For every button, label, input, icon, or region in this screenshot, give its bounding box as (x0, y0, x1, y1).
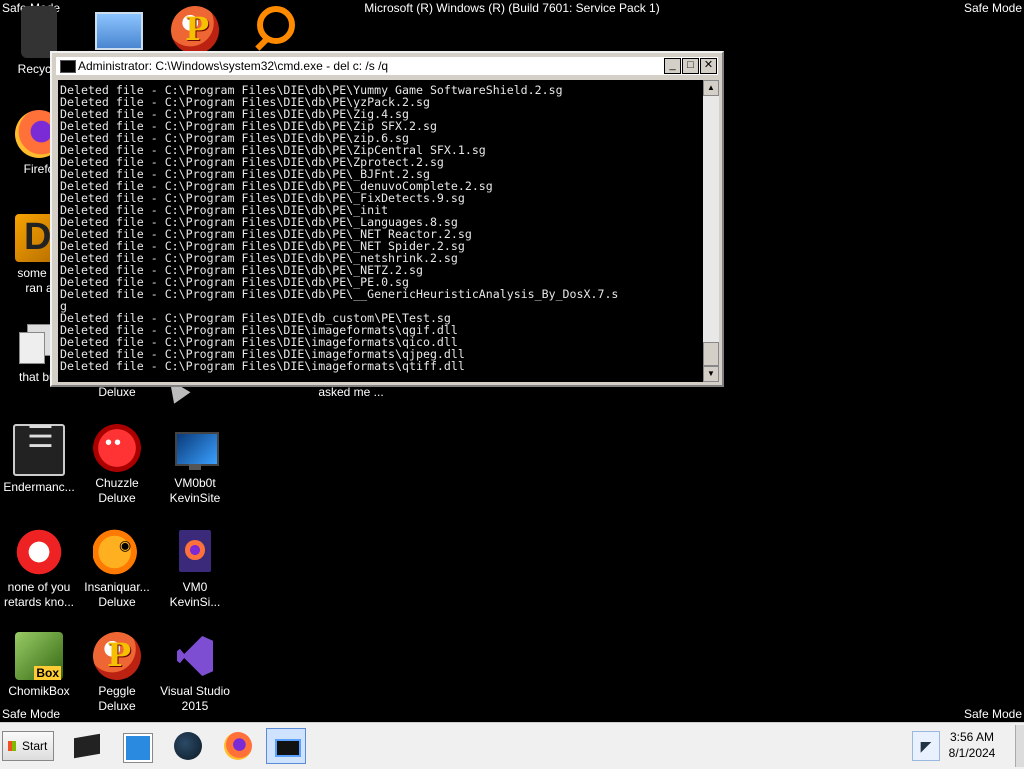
clock-date: 8/1/2024 (948, 746, 996, 760)
cmd-window[interactable]: Administrator: C:\Windows\system32\cmd.e… (50, 51, 724, 387)
show-desktop-button[interactable] (1015, 725, 1024, 767)
maximize-button[interactable]: □ (682, 58, 699, 74)
taskbar-firefox-button[interactable] (218, 728, 258, 764)
desktop-icon-redbird[interactable]: none of you retards kno... (2, 528, 76, 610)
desktop-icon-label: Deluxe (98, 385, 136, 399)
window-title: Administrator: C:\Windows\system32\cmd.e… (78, 59, 389, 73)
desktop-icon-label: Peggle Deluxe (98, 684, 136, 713)
close-button[interactable]: ✕ (700, 58, 717, 74)
scroll-up-arrow-icon[interactable]: ▲ (703, 80, 719, 96)
desktop-icon-label: VM0b0t KevinSite (169, 476, 221, 505)
fish-icon (93, 528, 141, 576)
desktop-icon-label: none of you retards kno... (3, 580, 75, 609)
terminal-icon (13, 424, 65, 476)
desktop-icon-label: ChomikBox (8, 684, 70, 698)
magnifier-icon (249, 6, 297, 54)
desktop-icon-label: VM0 KevinSi... (169, 580, 221, 609)
visual-studio-icon (171, 632, 219, 680)
bird-icon (15, 528, 63, 576)
peggle-icon (171, 6, 219, 54)
taskbar: Start ◤ 3:56 AM 8/1/2024 (0, 722, 1024, 769)
taskbar-cmd-button[interactable] (266, 728, 306, 764)
firefox-file-icon (171, 528, 219, 576)
desktop-icon-insaniquarium[interactable]: Insaniquar... Deluxe (80, 528, 154, 610)
window-titlebar[interactable]: Administrator: C:\Windows\system32\cmd.e… (56, 57, 718, 75)
safe-mode-label-bottom-right: Safe Mode (963, 707, 1022, 721)
desktop-icon-peggle-deluxe[interactable]: Peggle Deluxe (78, 632, 156, 714)
taskbar-globe-button[interactable] (168, 728, 208, 764)
taskbar-clock[interactable]: 3:56 AM 8/1/2024 (940, 729, 1004, 761)
network-tray-icon[interactable]: ◤ (912, 731, 940, 761)
vertical-scrollbar[interactable]: ▲ ▼ (703, 80, 719, 382)
cmd-icon (60, 60, 76, 73)
desktop-icon-chomikbox[interactable]: ChomikBox (2, 632, 76, 699)
desktop-icon-chuzzle[interactable]: Chuzzle Deluxe (80, 424, 154, 506)
windows-flag-icon (8, 741, 16, 751)
desktop-icon-visual-studio[interactable]: Visual Studio 2015 (156, 632, 234, 714)
clock-time: 3:56 AM (949, 730, 995, 744)
scroll-thumb[interactable] (703, 342, 719, 366)
mail-icon (93, 6, 143, 54)
chuzzle-icon (93, 424, 141, 472)
desktop-icon-label: Visual Studio 2015 (160, 684, 230, 713)
desktop-icon-label: Chuzzle Deluxe (95, 476, 139, 505)
desktop-icon-label: Insaniquar... Deluxe (84, 580, 150, 609)
desktop-icon-asked-me[interactable]: asked me ... (310, 385, 392, 400)
desktop-icon-vm0b0t[interactable]: VM0b0t KevinSite (158, 424, 232, 506)
desktop-icon-label: Endermanc... (3, 480, 75, 494)
desktop-icon-deluxe-partial[interactable]: Deluxe (80, 385, 154, 400)
console-text: Deleted file - C:\Program Files\DIE\db\P… (60, 83, 619, 373)
start-label: Start (22, 739, 48, 753)
minimize-button[interactable]: _ (664, 58, 681, 74)
start-button[interactable]: Start (2, 731, 54, 761)
taskbar-media-player-button[interactable] (116, 728, 156, 764)
peggle-icon (93, 632, 141, 680)
taskbar-terminal-button[interactable] (68, 728, 108, 764)
desktop-icon-vm0-kevinsite[interactable]: VM0 KevinSi... (158, 528, 232, 610)
safe-mode-label-bottom-left: Safe Mode (2, 707, 61, 721)
desktop-icon-label: asked me ... (318, 385, 384, 399)
chomikbox-icon (15, 632, 63, 680)
scroll-down-arrow-icon[interactable]: ▼ (703, 366, 719, 382)
console-output[interactable]: Deleted file - C:\Program Files\DIE\db\P… (58, 80, 703, 382)
safe-mode-label-top-right: Safe Mode (963, 1, 1022, 15)
desktop-icon-endermanch[interactable]: Endermanc... (2, 424, 76, 495)
monitor-icon (171, 424, 219, 472)
